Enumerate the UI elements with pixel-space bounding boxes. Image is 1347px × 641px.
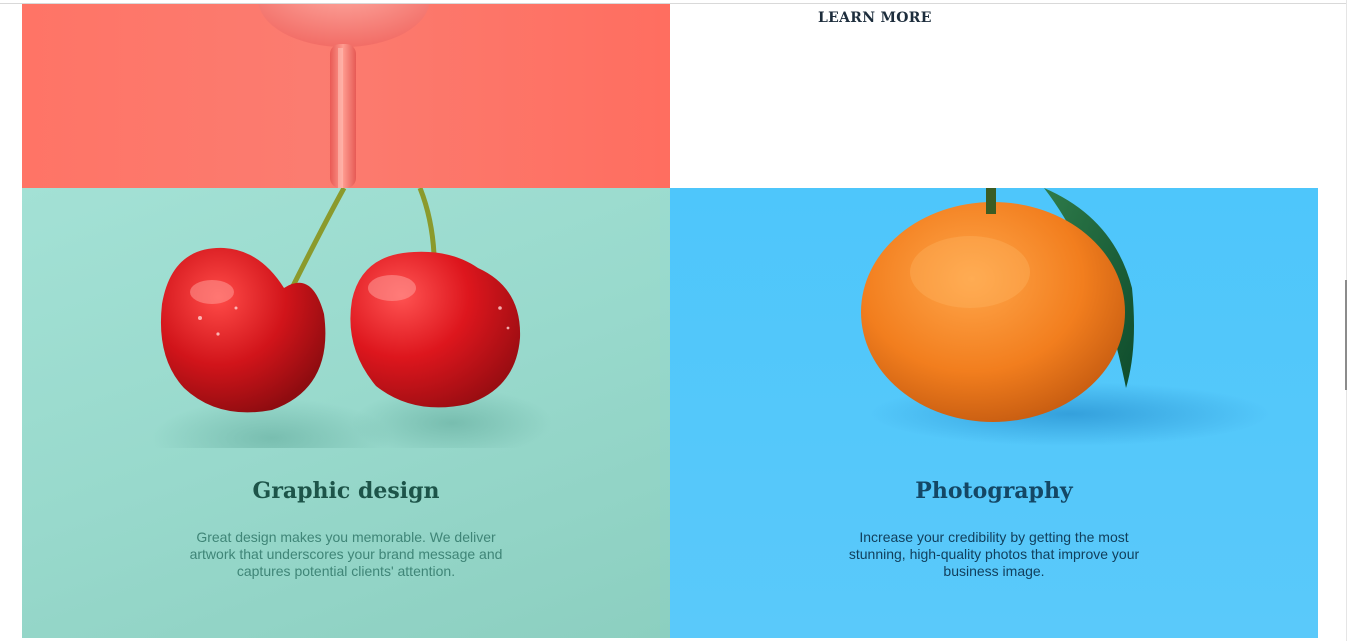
graphic-design-title: Graphic design [252, 478, 440, 504]
graphic-design-description: Great design makes you memorable. We del… [189, 529, 503, 579]
pink-lollipop-image [258, 4, 430, 188]
cherries-image [152, 188, 552, 448]
graphic-design-card[interactable]: Graphic design Great design makes you me… [22, 188, 670, 638]
text-tile: LEARN MORE [670, 4, 1318, 188]
orange-image [861, 188, 1270, 446]
photography-card[interactable]: Photography Increase your credibility by… [670, 188, 1318, 638]
photography-description: Increase your credibility by getting the… [848, 529, 1140, 579]
learn-more-link[interactable]: LEARN MORE [818, 10, 932, 26]
coral-photo-tile [22, 4, 670, 188]
photography-title: Photography [915, 478, 1073, 504]
